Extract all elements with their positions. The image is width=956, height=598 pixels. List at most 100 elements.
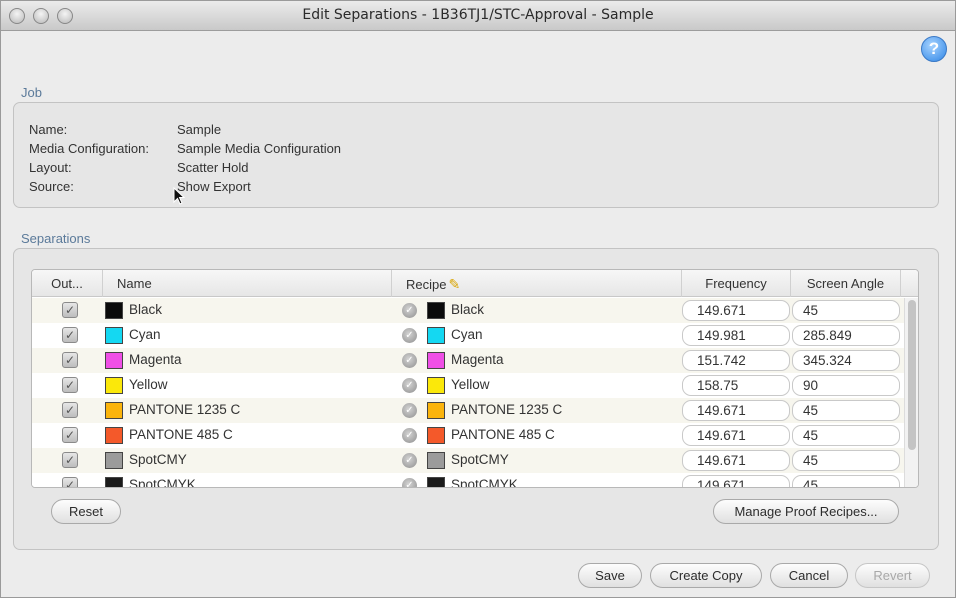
color-swatch (105, 452, 123, 469)
edit-separations-window: Edit Separations - 1B36TJ1/STC-Approval … (0, 0, 956, 598)
recipe-color-swatch (427, 352, 445, 369)
output-checkbox[interactable]: ✓ (62, 402, 78, 418)
separations-table: Out... Name Recipe ✎ Frequency Screen Ang… (31, 269, 919, 488)
screen-angle-field[interactable]: 45 (792, 400, 900, 421)
separation-name: Black (129, 302, 163, 317)
output-checkbox[interactable]: ✓ (62, 377, 78, 393)
column-header-recipe[interactable]: Recipe ✎ (392, 270, 682, 297)
screen-angle-field[interactable]: 45 (792, 475, 900, 487)
revert-button[interactable]: Revert (855, 563, 930, 588)
table-row[interactable]: ✓ SpotCMYK ✓ SpotCMYK 149.671 45 (32, 473, 904, 488)
output-checkbox[interactable]: ✓ (62, 352, 78, 368)
screen-angle-field[interactable]: 45 (792, 450, 900, 471)
table-vertical-scrollbar[interactable] (904, 298, 918, 487)
screen-angle-field[interactable]: 285.849 (792, 325, 900, 346)
recipe-name[interactable]: SpotCMYK (451, 477, 518, 487)
table-row[interactable]: ✓ SpotCMY ✓ SpotCMY 149.671 45 (32, 448, 904, 473)
table-row[interactable]: ✓ PANTONE 1235 C ✓ PANTONE 1235 C 149.671 45 (32, 398, 904, 423)
pencil-icon: ✎ (448, 276, 461, 292)
color-swatch (105, 377, 123, 394)
check-circle-icon: ✓ (402, 403, 417, 418)
frequency-field[interactable]: 149.981 (682, 325, 790, 346)
table-row[interactable]: ✓ Yellow ✓ Yellow 158.75 90 (32, 373, 904, 398)
output-checkbox[interactable]: ✓ (62, 477, 78, 487)
table-body: ✓ Black ✓ Black 149.671 45 ✓ Cyan ✓ Cyan 149.981 28… (32, 298, 904, 488)
check-circle-icon: ✓ (402, 428, 417, 443)
output-checkbox[interactable]: ✓ (62, 452, 78, 468)
job-media-config-label: Media Configuration: (29, 141, 149, 156)
recipe-name[interactable]: Yellow (451, 377, 490, 392)
job-source-label: Source: (29, 179, 74, 194)
recipe-name[interactable]: PANTONE 485 C (451, 427, 555, 442)
create-copy-button[interactable]: Create Copy (650, 563, 762, 588)
color-swatch (105, 402, 123, 419)
frequency-field[interactable]: 151.742 (682, 350, 790, 371)
recipe-name[interactable]: PANTONE 1235 C (451, 402, 562, 417)
frequency-field[interactable]: 149.671 (682, 475, 790, 487)
recipe-name[interactable]: Cyan (451, 327, 483, 342)
check-circle-icon: ✓ (402, 378, 417, 393)
mouse-pointer-icon (173, 187, 185, 205)
column-header-frequency[interactable]: Frequency (682, 270, 791, 297)
recipe-color-swatch (427, 302, 445, 319)
recipe-color-swatch (427, 377, 445, 394)
color-swatch (105, 477, 123, 487)
column-header-name[interactable]: Name (103, 270, 392, 297)
separation-name: PANTONE 1235 C (129, 402, 241, 417)
job-layout-label: Layout: (29, 160, 72, 175)
job-media-config-value: Sample Media Configuration (177, 141, 342, 156)
frequency-field[interactable]: 149.671 (682, 300, 790, 321)
column-header-screen-angle[interactable]: Screen Angle (791, 270, 901, 297)
table-header: Out... Name Recipe ✎ Frequency Screen Ang… (32, 270, 918, 297)
separation-name: SpotCMY (129, 452, 187, 467)
output-checkbox[interactable]: ✓ (62, 427, 78, 443)
recipe-color-swatch (427, 452, 445, 469)
job-section-label: Job (21, 85, 42, 100)
check-circle-icon: ✓ (402, 453, 417, 468)
window-title: Edit Separations - 1B36TJ1/STC-Approval … (302, 7, 654, 23)
title-bar: Edit Separations - 1B36TJ1/STC-Approval … (1, 1, 955, 31)
column-header-output[interactable]: Out... (32, 270, 103, 297)
recipe-name[interactable]: Magenta (451, 352, 504, 367)
check-circle-icon: ✓ (402, 328, 417, 343)
manage-proof-recipes-button[interactable]: Manage Proof Recipes... (713, 499, 899, 524)
check-circle-icon: ✓ (402, 478, 417, 487)
job-name-label: Name: (29, 122, 68, 137)
frequency-field[interactable]: 149.671 (682, 450, 790, 471)
screen-angle-field[interactable]: 90 (792, 375, 900, 396)
separations-section-label: Separations (21, 231, 91, 246)
help-button[interactable]: ? (921, 36, 947, 62)
frequency-field[interactable]: 149.671 (682, 400, 790, 421)
recipe-name[interactable]: SpotCMY (451, 452, 509, 467)
table-row[interactable]: ✓ Magenta ✓ Magenta 151.742 345.324 (32, 348, 904, 373)
job-layout-value: Scatter Hold (177, 160, 249, 175)
save-button[interactable]: Save (578, 563, 642, 588)
check-circle-icon: ✓ (402, 353, 417, 368)
color-swatch (105, 352, 123, 369)
cancel-button[interactable]: Cancel (770, 563, 848, 588)
color-swatch (105, 302, 123, 319)
screen-angle-field[interactable]: 45 (792, 425, 900, 446)
screen-angle-field[interactable]: 345.324 (792, 350, 900, 371)
job-source-value: Show Export (177, 179, 251, 194)
output-checkbox[interactable]: ✓ (62, 302, 78, 318)
recipe-color-swatch (427, 327, 445, 344)
separation-name: Cyan (129, 327, 161, 342)
column-header-recipe-label: Recipe (406, 277, 447, 292)
screen-angle-field[interactable]: 45 (792, 300, 900, 321)
job-panel (13, 102, 939, 208)
table-row[interactable]: ✓ Black ✓ Black 149.671 45 (32, 298, 904, 323)
table-row[interactable]: ✓ PANTONE 485 C ✓ PANTONE 485 C 149.671 45 (32, 423, 904, 448)
separation-name: SpotCMYK (129, 477, 196, 488)
check-circle-icon: ✓ (402, 303, 417, 318)
frequency-field[interactable]: 158.75 (682, 375, 790, 396)
color-swatch (105, 327, 123, 344)
output-checkbox[interactable]: ✓ (62, 327, 78, 343)
color-swatch (105, 427, 123, 444)
table-row[interactable]: ✓ Cyan ✓ Cyan 149.981 285.849 (32, 323, 904, 348)
recipe-name[interactable]: Black (451, 302, 484, 317)
frequency-field[interactable]: 149.671 (682, 425, 790, 446)
recipe-color-swatch (427, 427, 445, 444)
reset-button[interactable]: Reset (51, 499, 121, 524)
scrollbar-thumb[interactable] (908, 300, 916, 450)
